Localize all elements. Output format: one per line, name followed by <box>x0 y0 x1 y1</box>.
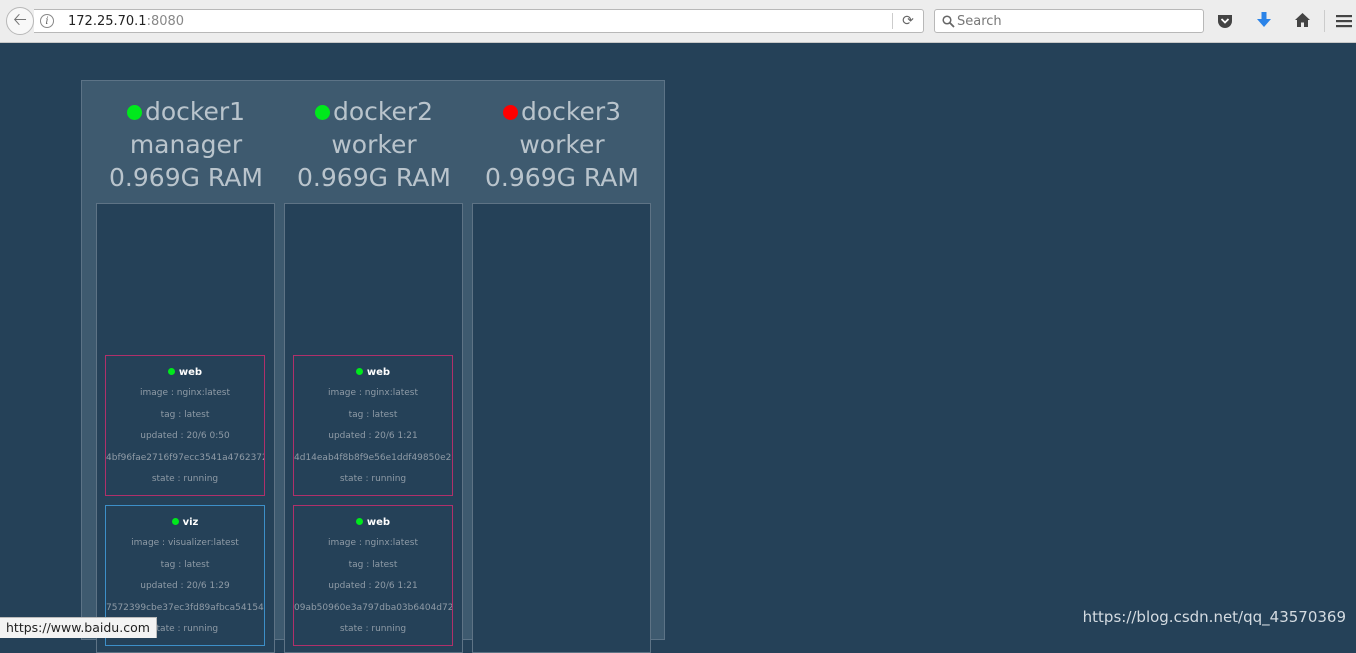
node-header: docker1 manager 0.969G RAM <box>97 95 275 194</box>
node-ram: 0.969G RAM <box>297 163 451 192</box>
watermark: https://blog.csdn.net/qq_43570369 <box>1082 608 1346 626</box>
node-role: worker <box>519 130 605 159</box>
task-name: web <box>366 367 391 378</box>
node-role: manager <box>129 130 243 159</box>
task-image: image : nginx:latest <box>327 388 419 398</box>
task-tag: tag : latest <box>160 409 210 420</box>
info-icon[interactable]: i <box>40 14 54 28</box>
reload-icon[interactable]: ⟳ <box>899 12 917 30</box>
url-bar[interactable]: i 172.25.70.1:8080 ⟳ <box>34 9 924 33</box>
task-tag: tag : latest <box>348 409 398 420</box>
task-card[interactable]: web image : nginx:latest tag : latest updat… <box>293 505 453 646</box>
task-image: image : nginx:latest <box>327 538 419 548</box>
node-container-list: web image : nginx:latest tag : latest updat… <box>284 203 463 653</box>
task-tag: tag : latest <box>160 559 210 570</box>
task-updated: updated : 20/6 1:29 <box>140 581 230 591</box>
node-header: docker3 worker 0.969G RAM <box>473 95 651 194</box>
node-name-row: docker2 <box>285 95 463 128</box>
task-id: 7572399cbe37ec3fd89afbca541549af <box>106 602 265 613</box>
cluster-panel: docker1 manager 0.969G RAM web image : nginx… <box>81 80 665 653</box>
node-status-dot <box>126 105 142 120</box>
home-icon[interactable] <box>1290 8 1314 32</box>
node-status-dot <box>314 105 330 120</box>
node-name-row: docker3 <box>473 95 651 128</box>
node-name-row: docker1 <box>97 95 275 128</box>
task-id: 4d14eab4f8b8f9e56e1ddf49850e289 <box>294 452 453 463</box>
task-image: image : visualizer:latest <box>131 538 239 548</box>
node-container-list <box>472 203 651 653</box>
task-name-row: web <box>106 366 264 380</box>
node-header: docker2 worker 0.969G RAM <box>285 95 463 194</box>
node-name: docker1 <box>144 97 246 126</box>
task-id: 4bf96fae2716f97ecc3541a476237257 <box>106 452 265 463</box>
task-name-row: web <box>294 516 452 530</box>
toolbar-divider <box>1324 10 1325 32</box>
task-status-dot <box>171 518 179 525</box>
hamburger-menu-icon[interactable] <box>1332 9 1356 33</box>
download-icon[interactable] <box>1252 8 1276 32</box>
node-ram: 0.969G RAM <box>109 163 263 192</box>
search-input[interactable] <box>957 12 1187 30</box>
task-name-row: web <box>294 366 452 380</box>
node-container-list: web image : nginx:latest tag : latest updat… <box>96 203 275 653</box>
task-status-dot <box>355 368 363 375</box>
node-name: docker3 <box>520 97 622 126</box>
task-tag: tag : latest <box>348 559 398 570</box>
url-text: 172.25.70.1:8080 <box>68 14 185 29</box>
task-state: state : running <box>339 624 407 634</box>
node-ram: 0.969G RAM <box>485 163 639 192</box>
task-card[interactable]: web image : nginx:latest tag : latest updat… <box>105 355 265 496</box>
task-name: web <box>366 517 391 528</box>
task-state: state : running <box>339 474 407 484</box>
task-card[interactable]: web image : nginx:latest tag : latest updat… <box>293 355 453 496</box>
node-status-dot <box>502 105 518 120</box>
task-status-dot <box>355 518 363 525</box>
back-icon[interactable]: 🡠 <box>6 7 34 35</box>
browser-toolbar: 🡠 i 172.25.70.1:8080 ⟳ <box>0 0 1356 43</box>
node-name: docker2 <box>332 97 434 126</box>
task-name-row: viz <box>106 516 264 530</box>
task-updated: updated : 20/6 0:50 <box>140 431 230 441</box>
url-divider <box>892 13 893 29</box>
pocket-icon[interactable] <box>1214 10 1236 32</box>
task-image: image : nginx:latest <box>139 388 231 398</box>
task-name: web <box>178 367 203 378</box>
task-id: 09ab50960e3a797dba03b6404d72f9 <box>294 602 453 613</box>
status-bar-link: https://www.baidu.com <box>0 617 157 638</box>
node-role: worker <box>331 130 417 159</box>
task-name: viz <box>182 517 199 528</box>
search-icon <box>940 12 956 30</box>
search-bar[interactable] <box>934 9 1204 33</box>
task-state: state : running <box>151 474 219 484</box>
task-updated: updated : 20/6 1:21 <box>328 431 418 441</box>
task-updated: updated : 20/6 1:21 <box>328 581 418 591</box>
task-status-dot <box>167 368 175 375</box>
